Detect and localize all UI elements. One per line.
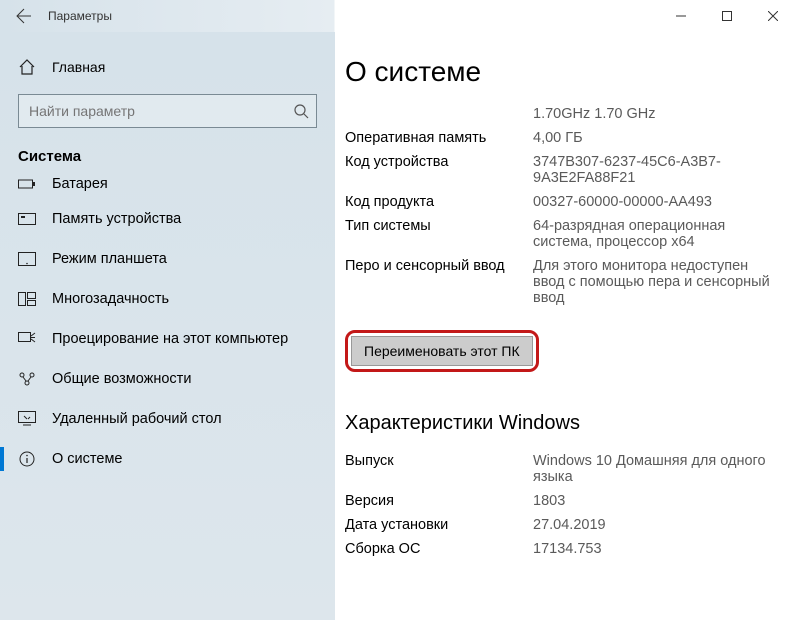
spec-row: Выпуск Windows 10 Домашняя для одного яз… <box>345 449 796 489</box>
spec-value: Для этого монитора недоступен ввод с пом… <box>533 258 796 306</box>
spec-label: Код устройства <box>345 154 533 186</box>
remote-desktop-icon <box>18 410 36 428</box>
storage-icon <box>18 210 36 228</box>
spec-row: Перо и сенсорный ввод Для этого монитора… <box>345 254 796 310</box>
spec-row: Код устройства 3747B307-6237-45C6-A3B7-9… <box>345 150 796 190</box>
spec-value: Windows 10 Домашняя для одного языка <box>533 453 796 485</box>
maximize-button[interactable] <box>704 0 750 32</box>
sidebar-item-multitasking[interactable]: Многозадачность <box>0 279 335 319</box>
info-icon <box>18 450 36 468</box>
spec-label: Оперативная память <box>345 130 533 146</box>
spec-value: 3747B307-6237-45C6-A3B7-9A3E2FA88F21 <box>533 154 796 186</box>
close-button[interactable] <box>750 0 796 32</box>
spec-value: 1803 <box>533 493 796 509</box>
sidebar-item-tablet-mode[interactable]: Режим планшета <box>0 239 335 279</box>
spec-value: 17134.753 <box>533 541 796 557</box>
search-wrap <box>18 94 317 128</box>
spec-label: Выпуск <box>345 453 533 485</box>
spec-row: 1.70GHz 1.70 GHz <box>345 102 796 126</box>
rename-highlight: Переименовать этот ПК <box>345 330 539 372</box>
battery-icon <box>18 175 36 193</box>
windows-specs-heading: Характеристики Windows <box>345 412 796 435</box>
spec-value: 1.70GHz 1.70 GHz <box>533 106 796 122</box>
spec-value: 27.04.2019 <box>533 517 796 533</box>
sidebar-item-label: Многозадачность <box>52 291 169 307</box>
main-content: О системе 1.70GHz 1.70 GHz Оперативная п… <box>335 32 796 620</box>
back-button[interactable] <box>10 2 38 30</box>
spec-label: Версия <box>345 493 533 509</box>
titlebar: Параметры <box>0 0 796 32</box>
sidebar-item-about[interactable]: О системе <box>0 439 335 479</box>
sidebar-home-label: Главная <box>52 59 105 75</box>
sidebar-item-label: Память устройства <box>52 211 181 227</box>
spec-value: 00327-60000-00000-AA493 <box>533 194 796 210</box>
sidebar-home[interactable]: Главная <box>0 50 335 84</box>
sidebar-item-storage[interactable]: Память устройства <box>0 199 335 239</box>
sidebar-item-label: Режим планшета <box>52 251 167 267</box>
window-controls <box>658 0 796 32</box>
sidebar-item-label: О системе <box>52 451 122 467</box>
spec-label: Сборка ОС <box>345 541 533 557</box>
sidebar: Главная Система Батарея Память устройств… <box>0 32 335 620</box>
device-specs: 1.70GHz 1.70 GHz Оперативная память 4,00… <box>345 102 796 310</box>
spec-row: Версия 1803 <box>345 489 796 513</box>
search-icon <box>293 103 309 119</box>
minimize-button[interactable] <box>658 0 704 32</box>
window-title: Параметры <box>48 9 112 23</box>
spec-row: Тип системы 64-разрядная операционная си… <box>345 214 796 254</box>
sidebar-section-title: Система <box>0 144 335 175</box>
home-icon <box>18 58 36 76</box>
rename-pc-button[interactable]: Переименовать этот ПК <box>351 336 533 366</box>
sidebar-item-label: Батарея <box>52 176 108 192</box>
sidebar-item-remote-desktop[interactable]: Удаленный рабочий стол <box>0 399 335 439</box>
spec-label <box>345 106 533 122</box>
sidebar-item-projecting[interactable]: Проецирование на этот компьютер <box>0 319 335 359</box>
projecting-icon <box>18 330 36 348</box>
shared-icon <box>18 370 36 388</box>
spec-value: 64-разрядная операционная система, проце… <box>533 218 796 250</box>
sidebar-item-label: Удаленный рабочий стол <box>52 411 222 427</box>
sidebar-item-battery[interactable]: Батарея <box>0 175 335 199</box>
spec-row: Код продукта 00327-60000-00000-AA493 <box>345 190 796 214</box>
spec-label: Дата установки <box>345 517 533 533</box>
sidebar-item-label: Проецирование на этот компьютер <box>52 331 288 347</box>
windows-specs: Выпуск Windows 10 Домашняя для одного яз… <box>345 449 796 561</box>
spec-row: Дата установки 27.04.2019 <box>345 513 796 537</box>
sidebar-item-label: Общие возможности <box>52 371 191 387</box>
page-title: О системе <box>345 56 796 88</box>
spec-label: Код продукта <box>345 194 533 210</box>
multitasking-icon <box>18 290 36 308</box>
spec-row: Сборка ОС 17134.753 <box>345 537 796 561</box>
sidebar-item-shared[interactable]: Общие возможности <box>0 359 335 399</box>
tablet-icon <box>18 250 36 268</box>
spec-row: Оперативная память 4,00 ГБ <box>345 126 796 150</box>
spec-value: 4,00 ГБ <box>533 130 796 146</box>
spec-label: Перо и сенсорный ввод <box>345 258 533 306</box>
search-input[interactable] <box>18 94 317 128</box>
spec-label: Тип системы <box>345 218 533 250</box>
